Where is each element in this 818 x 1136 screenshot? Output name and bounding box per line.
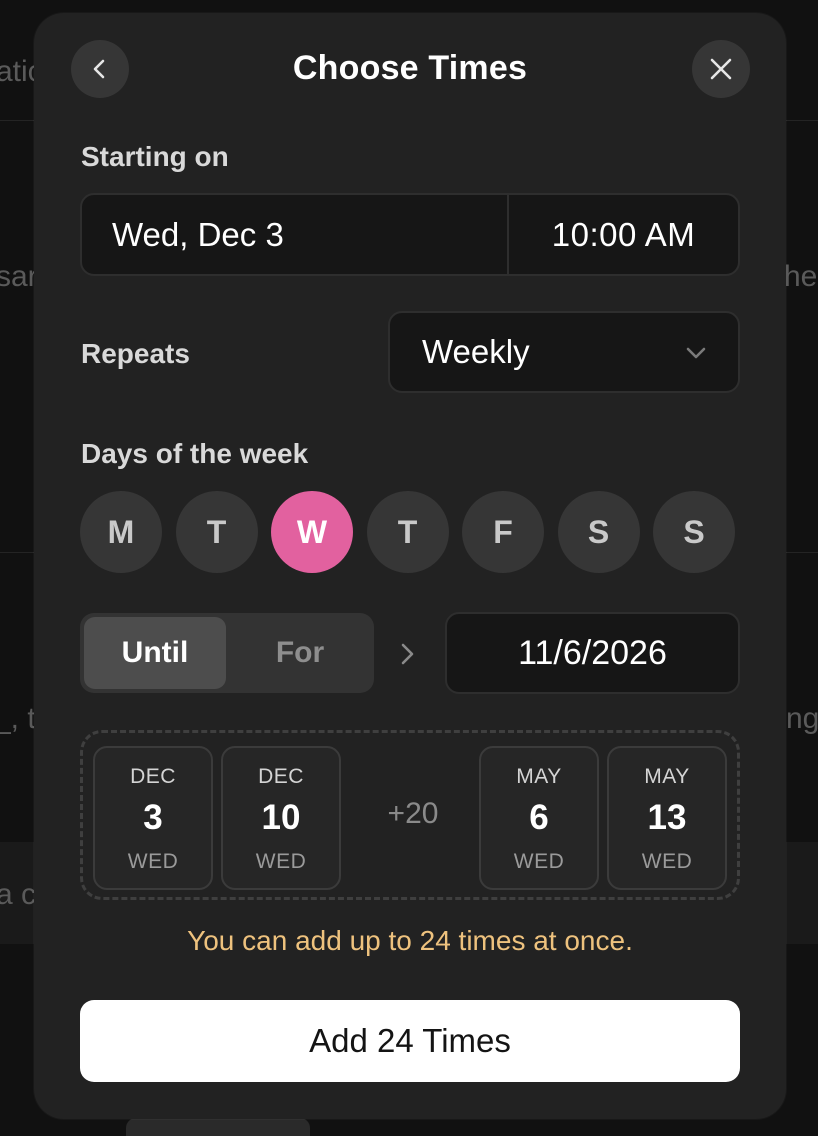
dates-preview: DEC 3 WED DEC 10 WED +20 MAY 6 WED MAY 1… [80, 730, 740, 900]
day-toggle-monday[interactable]: M [80, 491, 162, 573]
end-date-input[interactable]: 11/6/2026 [445, 612, 740, 694]
starting-on-label: Starting on [81, 141, 229, 172]
start-date-input[interactable]: Wed, Dec 3 [82, 195, 509, 274]
close-icon [710, 58, 732, 80]
day-toggle-tuesday[interactable]: T [175, 491, 258, 573]
date-card-day: 10 [261, 798, 301, 837]
date-card-weekday: WED [513, 850, 565, 873]
background-text: nge [786, 702, 818, 735]
background-text: a c [0, 878, 37, 911]
repeats-label: Repeats [81, 338, 190, 369]
repeat-select-value: Weekly [422, 333, 530, 370]
date-card-day: 13 [647, 798, 687, 837]
background-pill [126, 1118, 310, 1136]
add-times-button[interactable]: Add 24 Times [80, 1000, 740, 1082]
date-card-weekday: WED [127, 850, 179, 873]
background-text: he [784, 260, 818, 293]
close-button[interactable] [692, 40, 750, 98]
date-card-day: 3 [143, 798, 163, 837]
end-mode-segmented-control: Until For [80, 613, 374, 693]
day-toggle-wednesday[interactable]: W [271, 491, 353, 573]
chevron-down-icon [686, 347, 706, 359]
background-text: sar [0, 260, 38, 293]
date-preview-card: MAY 6 WED [479, 746, 599, 890]
date-card-month: DEC [130, 765, 176, 788]
date-preview-card: MAY 13 WED [607, 746, 727, 890]
day-toggle-thursday[interactable]: T [366, 491, 449, 573]
modal-title: Choose Times [292, 49, 528, 87]
end-mode-for[interactable]: For [230, 617, 370, 689]
background-text: _, t [0, 702, 36, 735]
date-card-month: MAY [644, 765, 690, 788]
date-preview-card: DEC 10 WED [221, 746, 341, 890]
start-time-input[interactable]: 10:00 AM [509, 195, 738, 274]
date-card-month: DEC [258, 765, 304, 788]
choose-times-modal: Choose Times Starting on Wed, Dec 3 10:0… [34, 13, 786, 1119]
start-datetime-field: Wed, Dec 3 10:00 AM [80, 193, 740, 276]
repeat-select[interactable]: Weekly [388, 311, 740, 393]
days-of-week-picker: M T W T F S S [80, 491, 740, 573]
date-card-weekday: WED [255, 850, 307, 873]
date-card-day: 6 [529, 798, 549, 837]
limit-warning: You can add up to 24 times at once. [187, 925, 633, 956]
date-card-month: MAY [516, 765, 562, 788]
day-toggle-sunday[interactable]: S [653, 491, 735, 573]
more-dates-count: +20 [387, 797, 439, 830]
date-preview-card: DEC 3 WED [93, 746, 213, 890]
date-card-weekday: WED [641, 850, 693, 873]
end-mode-until[interactable]: Until [84, 617, 226, 689]
day-toggle-saturday[interactable]: S [557, 491, 640, 573]
days-of-week-label: Days of the week [81, 438, 309, 469]
chevron-right-icon [401, 643, 414, 665]
day-toggle-friday[interactable]: F [462, 491, 544, 573]
